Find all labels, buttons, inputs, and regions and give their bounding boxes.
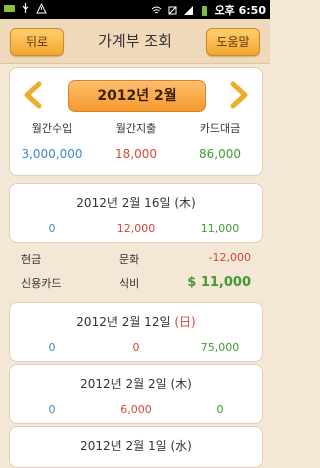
card-payment-label: 카드대금: [199, 122, 241, 135]
monthly-summary-card: 2012년 2월 월간수입 월간지출 카드대금 3,000,000 18,000…: [9, 67, 263, 176]
monthly-expense-label: 월간지출: [115, 122, 157, 135]
day-entry-card[interactable]: 2012년 2월 16일 (木) 0 12,000 11,000: [9, 183, 263, 243]
day-date-text: 2012년 2월 12일: [76, 315, 171, 329]
app-notification-icon: [4, 5, 15, 12]
monthly-expense-value: 18,000: [115, 147, 157, 161]
detail-amount: -12,000: [208, 251, 251, 264]
detail-row[interactable]: 신용카드 식비 $ 11,000: [9, 275, 261, 295]
day-expense: 0: [132, 341, 140, 354]
day-date-text: 2012년 2월 1일: [80, 439, 167, 453]
month-selector[interactable]: 2012년 2월: [68, 80, 206, 112]
day-income: 0: [48, 341, 56, 354]
day-card: 75,000: [200, 341, 240, 354]
detail-amount: $ 11,000: [187, 275, 251, 290]
day-entry-card[interactable]: 2012년 2월 1일 (水): [9, 426, 263, 468]
signal-icon: [183, 5, 193, 15]
page-title: 가계부 조회: [98, 32, 172, 50]
day-expense: 6,000: [120, 403, 152, 416]
next-month-arrow-icon[interactable]: [228, 81, 250, 109]
day-weekday: (日): [174, 315, 196, 329]
day-expense: 12,000: [116, 222, 156, 235]
day-weekday: (水): [170, 439, 192, 453]
detail-category: 신용카드: [21, 277, 62, 290]
day-entry-date: 2012년 2월 12일 (日): [10, 313, 262, 330]
monthly-income-value: 3,000,000: [21, 147, 83, 161]
status-bar: 오후 6:50: [0, 0, 270, 19]
monthly-income-label: 월간수입: [31, 122, 73, 135]
day-detail-list: 현금 문화 -12,000 신용카드 식비 $ 11,000: [9, 247, 261, 299]
summary-labels: 월간수입 월간지출 카드대금: [10, 120, 262, 136]
clock: 오후 6:50: [214, 4, 266, 17]
previous-month-arrow-icon[interactable]: [22, 81, 44, 109]
status-left-icons: [4, 3, 47, 14]
summary-values: 3,000,000 18,000 86,000: [10, 147, 262, 161]
mute-icon: [168, 6, 177, 14]
day-weekday: (木): [174, 196, 196, 210]
day-entry-amounts: 0 6,000 0: [10, 403, 262, 416]
back-button[interactable]: 뒤로: [10, 28, 64, 56]
wifi-icon: [151, 6, 161, 13]
day-income: 0: [48, 403, 56, 416]
battery-icon: [201, 5, 207, 16]
day-entry-date: 2012년 2월 16일 (木): [10, 194, 262, 211]
usb-icon: [22, 3, 29, 13]
detail-subcategory: 문화: [119, 253, 140, 266]
card-payment-value: 86,000: [199, 147, 241, 161]
help-button[interactable]: 도움말: [206, 28, 260, 56]
day-entry-date: 2012년 2월 1일 (水): [10, 437, 262, 454]
day-date-text: 2012년 2월 2일: [80, 377, 167, 391]
day-entry-amounts: 0 0 75,000: [10, 341, 262, 354]
detail-category: 현금: [21, 253, 42, 266]
day-date-text: 2012년 2월 16일: [76, 196, 171, 210]
detail-subcategory: 식비: [119, 277, 140, 290]
day-entry-amounts: 0 12,000 11,000: [10, 222, 262, 235]
warning-icon: [36, 3, 47, 14]
day-weekday: (木): [170, 377, 192, 391]
day-card: 11,000: [200, 222, 240, 235]
day-entry-card[interactable]: 2012년 2월 12일 (日) 0 0 75,000: [9, 302, 263, 362]
detail-row[interactable]: 현금 문화 -12,000: [9, 251, 261, 271]
day-entry-date: 2012년 2월 2일 (木): [10, 375, 262, 392]
status-right-icons: 오후 6:50: [151, 2, 266, 18]
day-income: 0: [48, 222, 56, 235]
top-bar: 뒤로 가계부 조회 도움말: [0, 19, 270, 64]
day-entry-card[interactable]: 2012년 2월 2일 (木) 0 6,000 0: [9, 364, 263, 424]
day-card: 0: [216, 403, 224, 416]
